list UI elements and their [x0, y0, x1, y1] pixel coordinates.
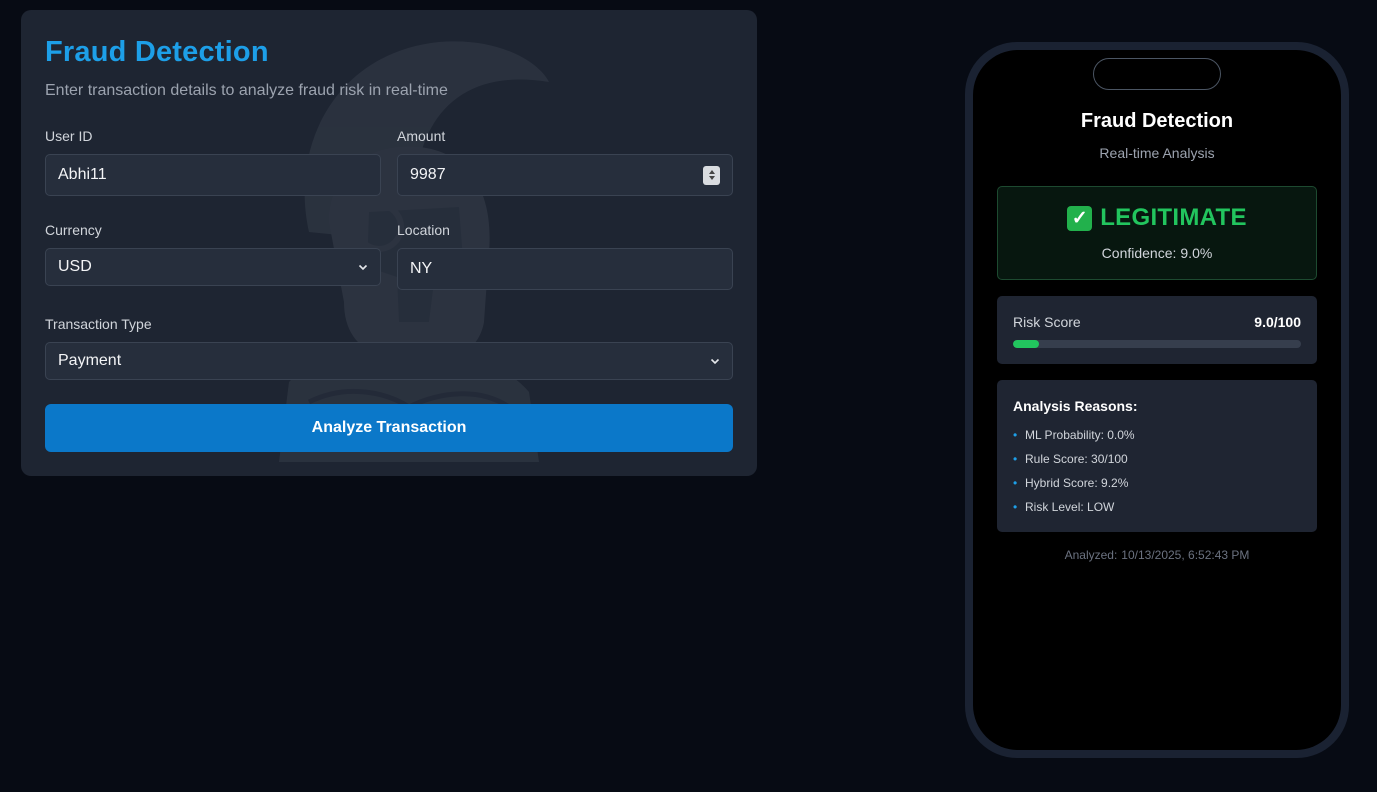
- analysis-reasons-list: • ML Probability: 0.0% • Rule Score: 30/10…: [1013, 428, 1135, 524]
- analyzed-value: 10/13/2025, 6:52:43 PM: [1121, 548, 1250, 562]
- confidence-text: Confidence: 9.0%: [998, 245, 1316, 261]
- list-item: • ML Probability: 0.0%: [1013, 428, 1135, 452]
- list-item: • Rule Score: 30/100: [1013, 452, 1135, 476]
- transaction-form-card: Fraud Detection Enter transaction detail…: [21, 10, 757, 476]
- analyze-transaction-button[interactable]: Analyze Transaction: [45, 404, 733, 452]
- phone-frame: Fraud Detection Real-time Analysis ✓ LEG…: [965, 42, 1349, 758]
- location-value: NY: [410, 260, 433, 277]
- bullet-icon: •: [1013, 500, 1018, 514]
- list-item: • Hybrid Score: 9.2%: [1013, 476, 1135, 500]
- location-label: Location: [397, 222, 450, 238]
- location-input[interactable]: NY: [397, 248, 733, 290]
- currency-select[interactable]: USD: [45, 248, 381, 286]
- reason-text: ML Probability: 0.0%: [1025, 428, 1135, 442]
- verdict-text: LEGITIMATE: [1100, 204, 1247, 231]
- analyzed-timestamp: Analyzed: 10/13/2025, 6:52:43 PM: [973, 548, 1341, 562]
- verdict-panel: ✓ LEGITIMATE Confidence: 9.0%: [997, 186, 1317, 280]
- amount-input[interactable]: 9987: [397, 154, 733, 196]
- list-item: • Risk Level: LOW: [1013, 500, 1135, 524]
- amount-value: 9987: [410, 166, 446, 183]
- chevron-down-icon: [710, 358, 720, 365]
- analysis-reasons-panel: Analysis Reasons: • ML Probability: 0.0% …: [997, 380, 1317, 532]
- phone-screen: Fraud Detection Real-time Analysis ✓ LEG…: [973, 50, 1341, 750]
- analyzed-label: Analyzed:: [1064, 548, 1118, 562]
- reason-text: Hybrid Score: 9.2%: [1025, 476, 1129, 490]
- bullet-icon: •: [1013, 428, 1018, 442]
- transaction-type-value: Payment: [58, 352, 122, 369]
- chevron-down-icon: [358, 264, 368, 271]
- confidence-value: 9.0%: [1180, 245, 1213, 261]
- reason-text: Rule Score: 30/100: [1025, 452, 1128, 466]
- bullet-icon: •: [1013, 452, 1018, 466]
- risk-score-panel: Risk Score 9.0/100: [997, 296, 1317, 364]
- transaction-type-select[interactable]: Payment: [45, 342, 733, 380]
- risk-score-value: 9.0/100: [1254, 314, 1301, 330]
- verdict-heading: ✓ LEGITIMATE: [998, 204, 1316, 232]
- bullet-icon: •: [1013, 476, 1018, 490]
- analysis-reasons-title: Analysis Reasons:: [1013, 398, 1138, 414]
- number-spinner-icon[interactable]: [703, 165, 720, 185]
- form-title: Fraud Detection: [45, 36, 269, 68]
- phone-subtitle: Real-time Analysis: [1099, 145, 1215, 161]
- user-id-value: Abhi11: [58, 166, 107, 183]
- confidence-label: Confidence:: [1101, 245, 1177, 261]
- form-subtitle: Enter transaction details to analyze fra…: [45, 82, 448, 99]
- amount-label: Amount: [397, 128, 446, 144]
- check-mark-icon: ✓: [1067, 205, 1093, 231]
- phone-title: Fraud Detection: [1080, 110, 1234, 132]
- transaction-type-label: Transaction Type: [45, 316, 152, 332]
- risk-score-label: Risk Score: [1013, 314, 1081, 330]
- user-id-label: User ID: [45, 128, 93, 144]
- currency-value: USD: [58, 258, 92, 275]
- risk-score-fill: [1013, 340, 1039, 348]
- reason-text: Risk Level: LOW: [1025, 500, 1115, 514]
- currency-label: Currency: [45, 222, 102, 238]
- phone-notch: [1093, 58, 1221, 90]
- user-id-input[interactable]: Abhi11: [45, 154, 381, 196]
- risk-score-bar: [1013, 340, 1301, 348]
